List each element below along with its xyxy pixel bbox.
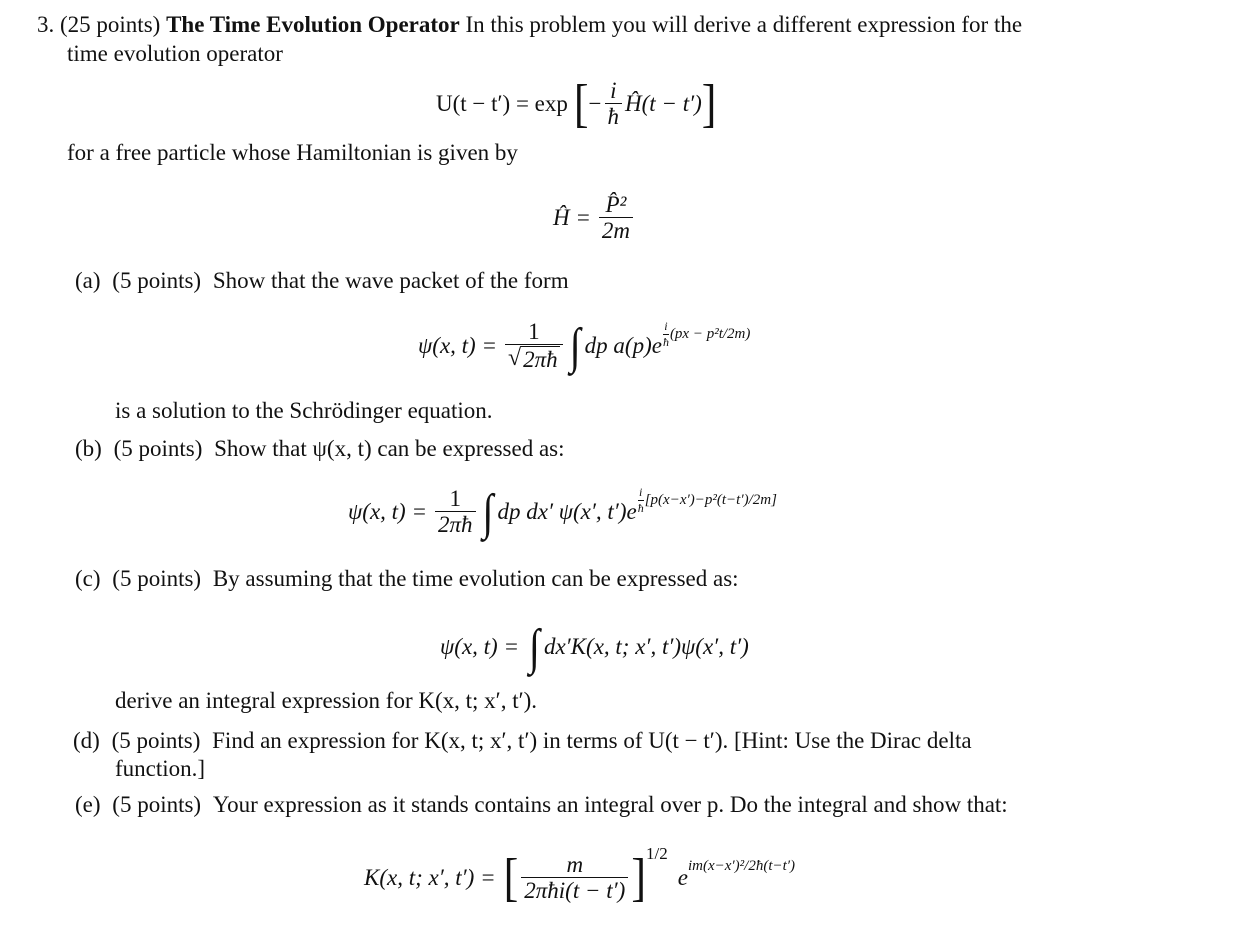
part-c-text: By assuming that the time evolution can … xyxy=(212,566,739,591)
fraction-den: 2πħi(t − t′) xyxy=(521,876,629,904)
eq-c-body: dx′K(x, t; x′, t′)ψ(x′, t′) xyxy=(543,634,749,659)
part-c-label: (c) xyxy=(75,566,101,591)
eq-u-minus: − xyxy=(588,91,602,116)
integral-sign: ∫ xyxy=(528,618,540,675)
exponent: i ħ (px − p²t/2m) xyxy=(662,319,750,350)
exponent: i ħ [p(x−x′)−p²(t−t′)/2m] xyxy=(637,485,777,516)
fraction-p2-over-2m: P̂² 2m xyxy=(598,191,634,245)
part-d-text-line2: function.] xyxy=(115,756,206,781)
sqrt-symbol: √ 2πħ xyxy=(507,345,560,372)
eq-u-rest: Ĥ(t − t′) xyxy=(625,91,702,116)
problem-title: The Time Evolution Operator xyxy=(166,12,460,37)
fraction-m-over-2pihbari: m 2πħi(t − t′) xyxy=(521,851,629,905)
part-b-points: (5 points) xyxy=(113,436,203,461)
problem-intro-line2: time evolution operator xyxy=(67,41,283,66)
exponent: im(x−x′)²/2ħ(t−t′) xyxy=(687,857,796,874)
part-a-after: is a solution to the Schrödinger equatio… xyxy=(115,398,493,423)
part-c-after: derive an integral expression for K(x, t… xyxy=(115,688,538,713)
free-particle-text: for a free particle whose Hamiltonian is… xyxy=(67,140,518,165)
eq-e-lhs: K(x, t; x′, t′) = xyxy=(364,865,496,890)
fraction-den: 2m xyxy=(598,216,634,244)
part-d-label: (d) xyxy=(73,728,100,753)
exp-base: e xyxy=(677,865,688,890)
fraction-i-over-hbar: i ħ xyxy=(604,77,623,131)
equation-kernel-definition: ψ(x, t) = ∫ dx′K(x, t; x′, t′)ψ(x′, t′) xyxy=(440,612,749,682)
eq-c-lhs: ψ(x, t) = xyxy=(440,634,519,659)
fraction-one-over-2pihbar: 1 2πħ xyxy=(434,485,476,539)
power-exponent: 1/2 xyxy=(646,844,668,863)
part-e-text: Your expression as it stands contains an… xyxy=(212,792,1008,817)
fraction-num: m xyxy=(566,851,584,877)
fraction-num: i xyxy=(610,77,617,103)
eq-a-body: dp a(p)e xyxy=(584,333,662,358)
part-e-label: (e) xyxy=(75,792,101,817)
problem-intro: In this problem you will derive a differ… xyxy=(465,12,1023,37)
fraction-den: 2πħ xyxy=(434,510,476,538)
eq-h-lhs: Ĥ = xyxy=(553,205,591,230)
fraction-num: P̂² xyxy=(605,191,627,217)
part-c-statement: (c) (5 points) By assuming that the time… xyxy=(75,566,739,592)
exponent-i-over-hbar: iħ xyxy=(637,484,644,515)
equation-hamiltonian: Ĥ = P̂² 2m xyxy=(553,188,636,248)
part-b-text: Show that ψ(x, t) can be expressed as: xyxy=(214,436,565,461)
part-e-points: (5 points) xyxy=(112,792,202,817)
fraction-num: 1 xyxy=(528,319,540,345)
left-bracket: [ xyxy=(503,848,519,907)
part-b-statement: (b) (5 points) Show that ψ(x, t) can be … xyxy=(75,436,565,462)
integral-sign: ∫ xyxy=(482,483,494,540)
integral-sign: ∫ xyxy=(569,317,581,374)
exponent-rest: [p(x−x′)−p²(t−t′)/2m] xyxy=(644,491,777,508)
eq-u-lhs: U(t − t′) = exp xyxy=(436,91,568,116)
exponent-i-over-hbar: iħ xyxy=(662,318,669,349)
fraction-den: √ 2πħ xyxy=(504,344,563,373)
part-a-text: Show that the wave packet of the form xyxy=(212,268,569,293)
problem-number: 3. xyxy=(37,12,55,37)
right-bracket: ] xyxy=(701,74,717,133)
right-bracket: ] xyxy=(631,848,646,907)
equation-psi-propagated: ψ(x, t) = 1 2πħ ∫ dp dx′ ψ(x′, t′)e i ħ [p… xyxy=(348,480,777,544)
eq-b-body: dp dx′ ψ(x′, t′)e xyxy=(497,499,637,524)
fraction-one-over-sqrt: 1 √ 2πħ xyxy=(504,319,563,373)
exponent-rest: (px − p²t/2m) xyxy=(669,325,751,342)
problem-header: 3. (25 points) The Time Evolution Operat… xyxy=(37,12,1022,38)
left-bracket: [ xyxy=(573,74,589,133)
part-d-points: (5 points) xyxy=(111,728,201,753)
fraction-den: ħ xyxy=(604,102,623,130)
equation-time-evolution-operator: U(t − t′) = exp [ − i ħ Ĥ(t − t′) ] xyxy=(436,76,716,132)
eq-a-lhs: ψ(x, t) = xyxy=(418,333,497,358)
part-a-points: (5 points) xyxy=(112,268,202,293)
part-a-statement: (a) (5 points) Show that the wave packet… xyxy=(75,268,569,294)
equation-free-propagator: K(x, t; x′, t′) = [ m 2πħi(t − t′) ] 1/2… xyxy=(364,840,795,916)
eq-b-lhs: ψ(x, t) = xyxy=(348,499,427,524)
part-e-statement: (e) (5 points) Your expression as it sta… xyxy=(75,792,1008,818)
fraction-num: 1 xyxy=(449,485,462,511)
sqrt-radicand: 2πħ xyxy=(521,345,560,372)
equation-wave-packet: ψ(x, t) = 1 √ 2πħ ∫ dp a(p)e i ħ (px − p²t/… xyxy=(418,312,750,380)
part-b-label: (b) xyxy=(75,436,102,461)
part-c-points: (5 points) xyxy=(112,566,202,591)
problem-points: (25 points) xyxy=(60,12,161,37)
part-d-text: Find an expression for K(x, t; x′, t′) i… xyxy=(212,728,972,753)
part-d-statement: (d) (5 points) Find an expression for K(… xyxy=(73,728,972,754)
part-a-label: (a) xyxy=(75,268,101,293)
